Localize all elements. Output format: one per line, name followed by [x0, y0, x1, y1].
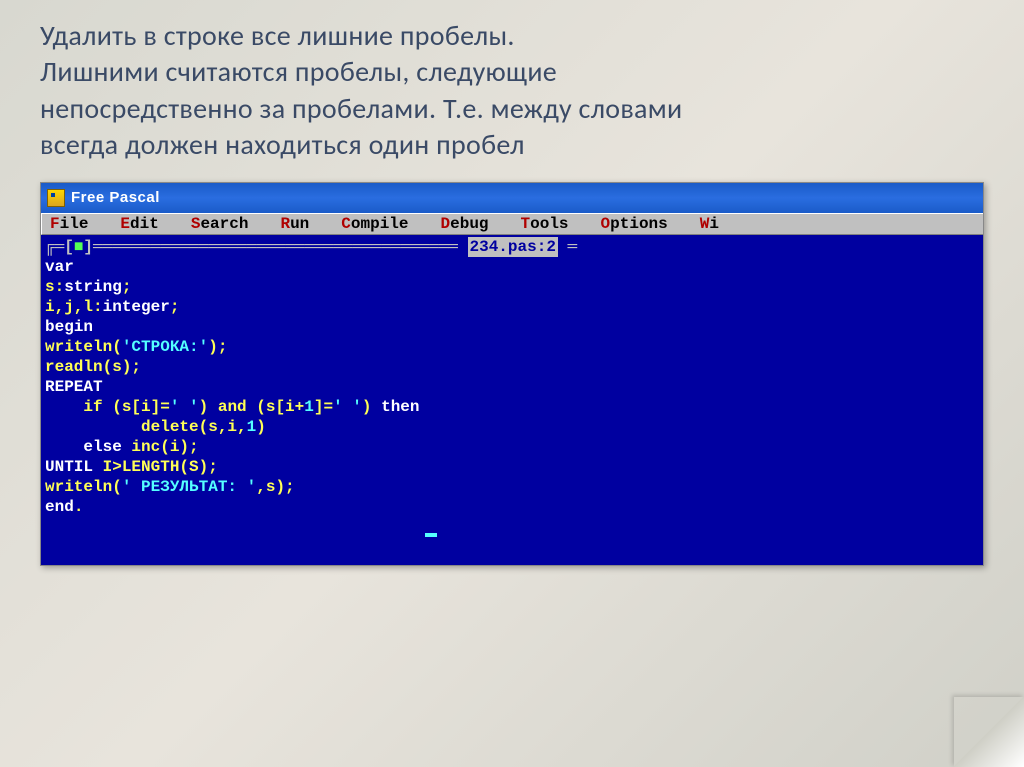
app-icon: [47, 189, 65, 207]
menu-run[interactable]: Run: [280, 215, 309, 233]
menubar: File Edit Search Run Compile Debug Tools…: [41, 213, 983, 235]
task-line-2: Лишними считаются пробелы, следующие: [40, 54, 984, 90]
code-line-1: var: [45, 257, 979, 277]
task-line-1: Удалить в строке все лишние пробелы.: [40, 18, 984, 54]
menu-edit[interactable]: Edit: [120, 215, 158, 233]
menu-compile[interactable]: Compile: [341, 215, 408, 233]
page-fold-decoration: [954, 697, 1024, 767]
menu-search[interactable]: Search: [191, 215, 249, 233]
filename-tag: 234.pas:2: [468, 237, 558, 257]
close-widget-icon[interactable]: ■: [74, 237, 84, 257]
code-line-10: else inc(i);: [45, 437, 979, 457]
code-line-4: begin: [45, 317, 979, 337]
code-line-5: writeln('СТРОКА:');: [45, 337, 979, 357]
titlebar[interactable]: Free Pascal: [41, 183, 983, 213]
task-line-3: непосредственно за пробелами. Т.е. между…: [40, 91, 984, 127]
code-line-9: delete(s,i,1): [45, 417, 979, 437]
menu-debug[interactable]: Debug: [441, 215, 489, 233]
menu-window[interactable]: Wi: [700, 215, 719, 233]
freepascal-window: Free Pascal File Edit Search Run Compile…: [40, 182, 984, 566]
menu-options[interactable]: Options: [601, 215, 668, 233]
window-title: Free Pascal: [71, 189, 160, 206]
code-line-12: writeln(' РЕЗУЛЬТАТ: ',s);: [45, 477, 979, 497]
code-line-3: i,j,l:integer;: [45, 297, 979, 317]
task-description: Удалить в строке все лишние пробелы. Лиш…: [40, 18, 984, 164]
code-line-8: if (s[i]=' ') and (s[i+1]=' ') then: [45, 397, 979, 417]
text-cursor: [45, 517, 979, 543]
task-line-4: всегда должен находиться один пробел: [40, 127, 984, 163]
code-line-13: end.: [45, 497, 979, 517]
code-line-2: s:string;: [45, 277, 979, 297]
code-line-11: UNTIL I>LENGTH(S);: [45, 457, 979, 477]
slide: Удалить в строке все лишние пробелы. Лиш…: [0, 0, 1024, 767]
code-editor[interactable]: ╔═[■]═══════════════════════════════════…: [41, 235, 983, 565]
code-line-6: readln(s);: [45, 357, 979, 377]
menu-tools[interactable]: Tools: [521, 215, 569, 233]
menu-file[interactable]: File: [50, 215, 88, 233]
code-line-7: REPEAT: [45, 377, 979, 397]
editor-frame-top: ╔═[■]═══════════════════════════════════…: [45, 237, 979, 257]
